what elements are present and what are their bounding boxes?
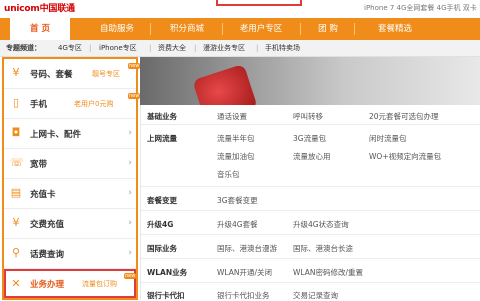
- row-label: 上网流量: [147, 134, 177, 143]
- row-label: 国际业务: [147, 244, 177, 253]
- sidebar-item-services[interactable]: ✕ 业务办理 流量包订购 new: [4, 269, 137, 298]
- submenu-row-international: 国际业务 国际、港澳台漫游 国际、港澳台长途: [141, 235, 480, 259]
- submenu-link[interactable]: 流量半年包: [217, 133, 255, 144]
- yen-icon: ¥: [12, 216, 20, 229]
- sidebar-item-label: 充值卡: [30, 190, 56, 200]
- network-card-icon: ◘: [11, 126, 21, 139]
- nav-old-users[interactable]: 老用户专区: [226, 18, 296, 40]
- sidebar-item-label: 业务办理: [30, 280, 65, 290]
- submenu-link[interactable]: 国际、港澳台漫游: [217, 243, 277, 254]
- submenu-row-plan-change: 套餐变更 3G套餐变更: [141, 187, 480, 211]
- submenu-link[interactable]: 升级4G套餐: [217, 219, 258, 230]
- submenu-link[interactable]: 银行卡代扣业务: [217, 290, 270, 301]
- channels-label: 专题频道：: [6, 44, 41, 52]
- red-phone-image: [192, 63, 258, 105]
- chevron-right-icon: ›: [128, 158, 132, 168]
- row-label: 基础业务: [147, 112, 177, 121]
- submenu-row-wlan: WLAN业务 WLAN开通/关闭 WLAN密码修改/重置: [141, 259, 480, 283]
- sidebar-item-tag[interactable]: 老用户0元购: [74, 99, 113, 109]
- nav-self-service[interactable]: 自助服务: [88, 18, 146, 40]
- nav-plans[interactable]: 套餐精选: [362, 18, 428, 40]
- sidebar-item-label: 手机: [30, 100, 48, 110]
- search-box[interactable]: [216, 0, 302, 6]
- submenu-link[interactable]: WLAN密码修改/重置: [293, 267, 363, 278]
- submenu-link[interactable]: 流量加油包: [217, 151, 255, 162]
- nav-home[interactable]: 首 页: [10, 18, 70, 40]
- sidebar-item-pay-recharge[interactable]: ¥ 交费充值 ›: [4, 209, 136, 239]
- channel-roaming[interactable]: 漫游业务专区: [203, 40, 245, 56]
- submenu-row-data: 上网流量 流量半年包 3G流量包 闲时流量包 流量加油包 流量放心用 WO+视频…: [141, 125, 480, 187]
- sidebar-item-data-cards[interactable]: ◘ 上网卡、配件 ›: [4, 119, 136, 149]
- channel-sep: |: [194, 44, 197, 52]
- topic-channels: 专题频道： 4G专区 | iPhone专区 | 资费大全 | 漫游业务专区 | …: [0, 40, 480, 57]
- nav-divider: [354, 23, 355, 35]
- submenu-link[interactable]: WO+视频定向流量包: [369, 151, 441, 162]
- yen-icon: ¥: [12, 66, 20, 79]
- submenu-link[interactable]: 闲时流量包: [369, 133, 407, 144]
- submenu-link[interactable]: 呼叫转移: [293, 111, 323, 122]
- promo-banner[interactable]: [140, 57, 480, 105]
- sidebar-item-label: 交费充值: [30, 220, 65, 230]
- channel-sep: |: [89, 44, 92, 52]
- submenu-row-bank: 银行卡代扣 银行卡代扣业务 交易记录查询: [141, 283, 480, 300]
- submenu-link[interactable]: 交易记录查询: [293, 290, 338, 301]
- phone-icon: ▯: [12, 96, 20, 109]
- unicom-logo[interactable]: unicom中国联通: [4, 1, 75, 14]
- row-label: 套餐变更: [147, 196, 177, 205]
- submenu-link[interactable]: 国际、港澳台长途: [293, 243, 353, 254]
- submenu-row-4g: 升级4G 升级4G套餐 升级4G状态查询: [141, 211, 480, 235]
- main-nav: 首 页 自助服务 积分商城 老用户专区 团 购 套餐精选: [0, 18, 480, 40]
- card-icon: ▤: [10, 186, 22, 199]
- nav-points-mall[interactable]: 积分商城: [156, 18, 218, 40]
- tools-icon: ✕: [11, 277, 21, 290]
- category-sidebar: ¥ 号码、套餐 靓号专区 new ▯ 手机 老用户0元购 new ◘ 上网卡、配…: [2, 57, 141, 300]
- sidebar-item-label: 话费查询: [30, 250, 65, 260]
- sidebar-item-broadband[interactable]: ☏ 宽带 ›: [4, 149, 136, 179]
- sidebar-item-label: 上网卡、配件: [30, 130, 82, 140]
- new-badge: new: [128, 93, 141, 99]
- sidebar-item-label: 宽带: [30, 160, 48, 170]
- channel-iphone[interactable]: iPhone专区: [99, 40, 137, 56]
- search-icon: ⚲: [11, 246, 21, 259]
- nav-divider: [150, 23, 151, 35]
- new-badge: new: [128, 63, 141, 69]
- chevron-right-icon: ›: [128, 248, 132, 258]
- submenu-row-basic: 基础业务 通话设置 呼叫转移 20元套餐可选包办理: [141, 105, 480, 125]
- chevron-right-icon: ›: [128, 188, 132, 198]
- submenu-link[interactable]: 3G流量包: [293, 133, 326, 144]
- channel-sep: |: [149, 44, 152, 52]
- channel-phone-sale[interactable]: 手机特卖场: [265, 40, 300, 56]
- services-submenu: 基础业务 通话设置 呼叫转移 20元套餐可选包办理 上网流量 流量半年包 3G流…: [140, 105, 480, 300]
- promo-links[interactable]: iPhone 7 4G全网套餐 4G手机 双卡: [364, 3, 477, 13]
- nav-divider: [222, 23, 223, 35]
- nav-group-buy[interactable]: 团 购: [306, 18, 350, 40]
- row-label: WLAN业务: [147, 268, 188, 277]
- sidebar-item-tag[interactable]: 流量包订购: [82, 279, 117, 289]
- channel-4g[interactable]: 4G专区: [58, 40, 82, 56]
- top-bar: unicom中国联通 iPhone 7 4G全网套餐 4G手机 双卡: [0, 0, 480, 18]
- sidebar-item-bill-query[interactable]: ⚲ 话费查询 ›: [4, 239, 136, 269]
- chevron-right-icon: ›: [128, 218, 132, 228]
- submenu-link[interactable]: 通话设置: [217, 111, 247, 122]
- sidebar-item-label: 号码、套餐: [30, 70, 73, 80]
- sidebar-item-tag[interactable]: 靓号专区: [92, 69, 120, 79]
- nav-divider: [300, 23, 301, 35]
- channel-sep: |: [256, 44, 259, 52]
- submenu-link[interactable]: 3G套餐变更: [217, 195, 258, 206]
- row-label: 升级4G: [147, 220, 174, 229]
- channel-rates[interactable]: 资费大全: [158, 40, 186, 56]
- sidebar-item-phones[interactable]: ▯ 手机 老用户0元购 new: [4, 89, 141, 119]
- broadband-icon: ☏: [10, 156, 24, 169]
- sidebar-item-numbers-plans[interactable]: ¥ 号码、套餐 靓号专区 new: [4, 59, 141, 89]
- submenu-link[interactable]: WLAN开通/关闭: [217, 267, 272, 278]
- row-label: 银行卡代扣: [147, 291, 185, 300]
- submenu-link[interactable]: 20元套餐可选包办理: [369, 111, 439, 122]
- chevron-right-icon: ›: [128, 128, 132, 138]
- submenu-link[interactable]: 流量放心用: [293, 151, 331, 162]
- new-badge: new: [124, 273, 137, 279]
- submenu-link[interactable]: 升级4G状态查询: [293, 219, 349, 230]
- submenu-link[interactable]: 音乐包: [217, 169, 240, 180]
- sidebar-item-topup-cards[interactable]: ▤ 充值卡 ›: [4, 179, 136, 209]
